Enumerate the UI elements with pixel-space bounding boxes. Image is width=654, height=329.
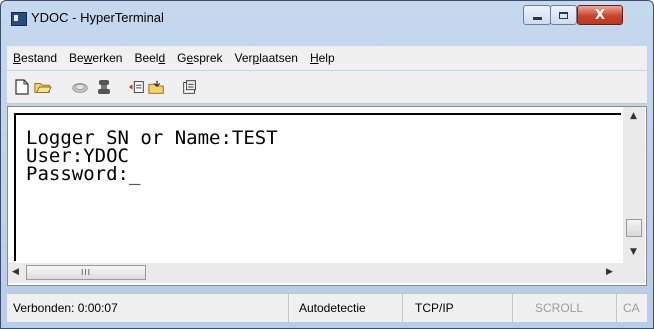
terminal-screen[interactable]: Logger SN or Name:TEST User:YDOC Passwor… [14, 113, 621, 261]
scroll-up-icon[interactable]: ▲ [630, 111, 637, 121]
open-folder-icon[interactable] [34, 79, 52, 95]
minimize-icon [532, 17, 542, 20]
receive-icon[interactable] [148, 79, 166, 95]
properties-icon[interactable] [181, 79, 199, 95]
menu-bar: Bestand Bewerken Beeld Gesprek Verplaats… [7, 46, 647, 70]
vertical-scrollbar[interactable]: ▲ ▼ [623, 107, 645, 263]
status-caps: CA [623, 301, 640, 315]
status-autodetect: Autodetectie [289, 294, 403, 322]
minimize-button[interactable] [523, 5, 551, 25]
new-file-icon[interactable] [13, 79, 31, 95]
status-connected: Verbonden: 0:00:07 [7, 294, 289, 322]
menu-bewerken[interactable]: Bewerken [63, 51, 128, 65]
menu-gesprek[interactable]: Gesprek [171, 51, 228, 65]
status-scroll: SCROLL [513, 294, 617, 322]
maximize-button[interactable] [550, 5, 577, 25]
status-bar: Verbonden: 0:00:07 Autodetectie TCP/IP S… [7, 293, 647, 322]
close-button[interactable]: X [577, 5, 623, 25]
menu-verplaatsen[interactable]: Verplaatsen [229, 51, 304, 65]
terminal-output: Logger SN or Name:TEST User:YDOC Passwor… [26, 129, 278, 185]
menu-beeld[interactable]: Beeld [128, 51, 171, 65]
vertical-scroll-thumb[interactable] [626, 219, 642, 237]
send-icon[interactable] [128, 79, 146, 95]
title-bar[interactable]: YDOC - HyperTerminal X [1, 1, 653, 39]
scroll-grip: III [80, 268, 92, 277]
toolbar [7, 71, 647, 104]
app-icon[interactable] [11, 12, 27, 26]
horizontal-scroll-thumb[interactable]: III [26, 265, 146, 280]
menu-help[interactable]: Help [304, 51, 341, 65]
hyperterminal-window: YDOC - HyperTerminal X Bestand Bewerken … [0, 0, 654, 329]
scroll-down-icon[interactable]: ▼ [630, 247, 637, 257]
close-icon: X [594, 7, 606, 23]
scroll-left-icon[interactable]: ◀ [12, 267, 19, 277]
terminal-frame: Logger SN or Name:TEST User:YDOC Passwor… [7, 106, 647, 286]
menu-bestand[interactable]: Bestand [7, 51, 63, 65]
maximize-icon [559, 11, 568, 19]
horizontal-scrollbar[interactable]: ◀ III ▶ [8, 263, 623, 283]
disconnect-icon[interactable] [71, 79, 89, 95]
scroll-right-icon[interactable]: ▶ [606, 267, 613, 277]
scroll-corner [623, 263, 645, 283]
dial-icon[interactable] [95, 79, 113, 95]
terminal-line: Password:_ [26, 163, 141, 185]
window-title: YDOC - HyperTerminal [31, 10, 164, 25]
status-protocol: TCP/IP [403, 294, 513, 322]
